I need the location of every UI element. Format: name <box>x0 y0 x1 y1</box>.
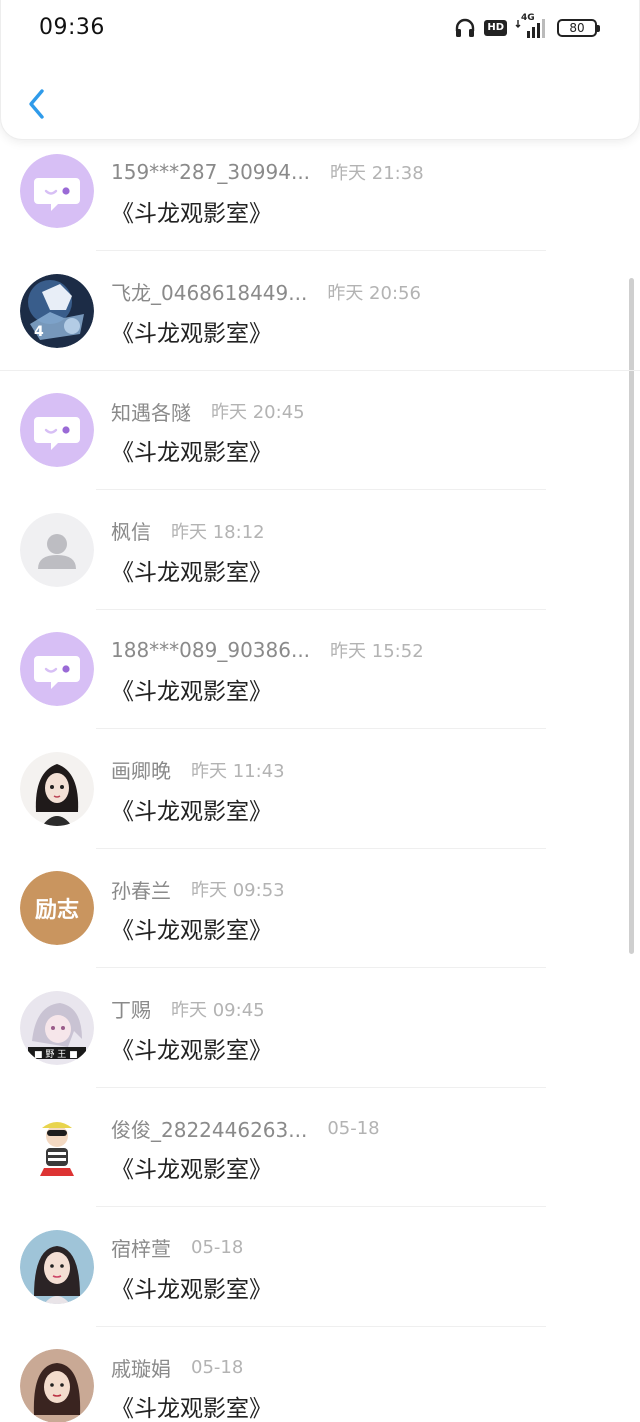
drawn-girl-avatar[interactable] <box>20 751 94 826</box>
message-preview: 《斗龙观影室》 <box>111 918 272 944</box>
status-icons: HD 4G 80 <box>454 13 600 40</box>
message-time: 05-18 <box>191 1356 244 1378</box>
message-time: 昨天 09:53 <box>191 880 285 901</box>
contact-name: 孙春兰 <box>111 878 171 903</box>
conversation-title: 飞龙_0468618449... 昨天 20:56 <box>111 278 421 306</box>
anime-boy-avatar[interactable]: 4 <box>20 273 94 348</box>
conversation-title: 丁赐 昨天 09:45 <box>111 995 265 1023</box>
status-bar: 09:36 HD 4G 80 <box>1 0 640 58</box>
photo-woman-avatar[interactable] <box>20 1349 94 1422</box>
messages-screen: 09:36 HD 4G 80 159***287_30994... 昨天 21:… <box>0 0 640 1422</box>
photo-girl-avatar[interactable] <box>20 1229 94 1304</box>
message-time: 05-18 <box>327 1117 380 1139</box>
conversation-title: 画卿晚 昨天 11:43 <box>111 756 285 784</box>
message-preview: 《斗龙观影室》 <box>111 320 272 347</box>
conversation-row[interactable]: 188***089_90386... 昨天 15:52 《斗龙观影室》 <box>0 618 640 738</box>
contact-name: 知遇各隧 <box>111 400 191 425</box>
contact-name: 俊俊_2822446263... <box>111 1117 308 1142</box>
contact-name: 飞龙_0468618449... <box>111 281 308 305</box>
avatar-text: 励志 <box>34 897 79 923</box>
avatar-text-badge: 励志 <box>20 871 94 945</box>
text-avatar[interactable]: 励志 <box>20 871 94 945</box>
row-divider <box>96 1206 546 1207</box>
contact-name: 159***287_30994... <box>111 160 311 184</box>
conversation-row[interactable]: 俊俊_2822446263... 05-18 《斗龙观影室》 <box>0 1096 640 1216</box>
svg-text:4: 4 <box>34 324 44 340</box>
conversation-title: 俊俊_2822446263... 05-18 <box>111 1114 380 1142</box>
network-label: 4G <box>521 13 535 23</box>
message-time: 05-18 <box>191 1237 244 1258</box>
cartoon-kid-avatar[interactable] <box>20 1110 94 1184</box>
headphones-icon <box>454 18 476 38</box>
message-preview: 《斗龙观影室》 <box>111 559 272 586</box>
conversation-row[interactable]: 159***287_30994... 昨天 21:38 《斗龙观影室》 <box>0 140 640 260</box>
row-divider <box>96 608 546 610</box>
contact-name: 画卿晚 <box>111 759 171 783</box>
svg-text:■ 野 王 ■: ■ 野 王 ■ <box>34 1049 78 1060</box>
conversation-title: 188***089_90386... 昨天 15:52 <box>111 636 424 664</box>
message-preview: 《斗龙观影室》 <box>111 201 272 227</box>
message-time: 昨天 21:38 <box>330 163 424 184</box>
conversation-row[interactable]: 励志 孙春兰 昨天 09:53 《斗龙观影室》 <box>0 857 640 977</box>
message-time: 昨天 20:56 <box>327 282 421 304</box>
conversation-title: 知遇各隧 昨天 20:45 <box>111 397 305 425</box>
battery-level: 80 <box>569 21 585 35</box>
conversation-title: 孙春兰 昨天 09:53 <box>111 875 285 903</box>
header: 09:36 HD 4G 80 <box>0 0 640 140</box>
conversation-title: 宿梓萱 05-18 <box>111 1234 243 1262</box>
message-time: 昨天 09:45 <box>171 999 265 1021</box>
default-chat-avatar[interactable] <box>20 393 94 467</box>
conversation-row[interactable]: 知遇各隧 昨天 20:45 《斗龙观影室》 <box>0 379 640 499</box>
contact-name: 丁赐 <box>111 998 151 1022</box>
contact-name: 188***089_90386... <box>111 638 311 662</box>
conversation-row[interactable]: 枫信 昨天 18:12 《斗龙观影室》 <box>0 499 640 619</box>
message-preview: 《斗龙观影室》 <box>111 1396 272 1422</box>
back-button[interactable] <box>21 84 53 124</box>
message-preview: 《斗龙观影室》 <box>111 1037 272 1064</box>
signal-4g-icon: 4G <box>515 13 549 39</box>
conversation-row[interactable]: ■ 野 王 ■ 丁赐 昨天 09:45 《斗龙观影室》 <box>0 977 640 1097</box>
row-divider <box>96 847 546 849</box>
contact-name: 宿梓萱 <box>111 1237 171 1261</box>
conversation-title: 戚璇娟 05-18 <box>111 1353 243 1381</box>
row-divider <box>96 250 546 251</box>
contact-name: 戚璇娟 <box>111 1356 171 1381</box>
row-divider <box>96 1086 546 1088</box>
default-chat-avatar[interactable] <box>20 154 94 228</box>
message-preview: 《斗龙观影室》 <box>111 679 272 705</box>
default-chat-avatar[interactable] <box>20 632 94 706</box>
row-divider <box>96 967 546 968</box>
anime-girl-avatar[interactable]: ■ 野 王 ■ <box>20 990 94 1065</box>
message-preview: 《斗龙观影室》 <box>111 440 272 466</box>
hd-icon: HD <box>484 20 507 36</box>
row-divider <box>96 489 546 490</box>
message-preview: 《斗龙观影室》 <box>111 798 272 825</box>
battery-indicator: 80 <box>557 19 600 37</box>
row-divider <box>96 728 546 729</box>
conversation-row[interactable]: 宿梓萱 05-18 《斗龙观影室》 <box>0 1216 640 1336</box>
conversation-title: 枫信 昨天 18:12 <box>111 517 265 545</box>
chevron-left-icon <box>29 89 44 119</box>
conversation-row[interactable]: 画卿晚 昨天 11:43 《斗龙观影室》 <box>0 738 640 858</box>
row-divider <box>0 369 640 371</box>
row-divider <box>96 1325 546 1327</box>
conversation-row[interactable]: 戚璇娟 05-18 《斗龙观影室》 <box>0 1335 640 1422</box>
message-time: 昨天 20:45 <box>211 402 305 423</box>
conversation-title: 159***287_30994... 昨天 21:38 <box>111 158 424 186</box>
message-preview: 《斗龙观影室》 <box>111 1276 272 1303</box>
message-time: 昨天 15:52 <box>330 641 424 662</box>
message-time: 昨天 11:43 <box>191 760 285 782</box>
message-time: 昨天 18:12 <box>171 521 265 543</box>
conversation-row[interactable]: 4 飞龙_0468618449... 昨天 20:56 《斗龙观影室》 <box>0 260 640 380</box>
status-time: 09:36 <box>39 15 105 40</box>
contact-name: 枫信 <box>111 520 151 544</box>
default-person-avatar[interactable] <box>20 512 94 587</box>
message-preview: 《斗龙观影室》 <box>111 1157 272 1183</box>
